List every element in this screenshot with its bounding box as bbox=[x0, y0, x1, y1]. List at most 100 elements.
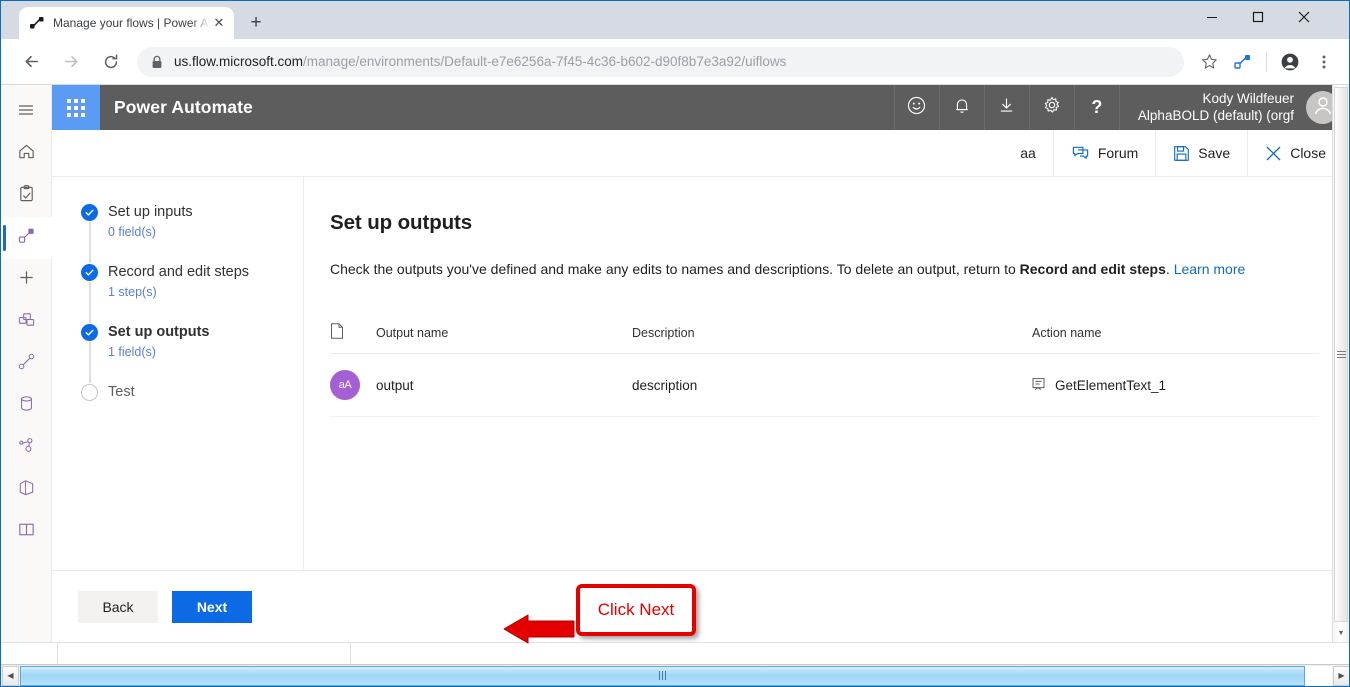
step-complete-check-icon bbox=[81, 264, 98, 281]
waffle-dots bbox=[67, 98, 85, 117]
sidebar-item-learn[interactable] bbox=[1, 511, 52, 553]
left-arrow-annotation bbox=[503, 614, 575, 644]
wizard-step-title: Set up outputs bbox=[108, 324, 210, 340]
process-advisor-icon bbox=[17, 478, 36, 502]
application-column: Power Automate ? Kody Wildfeuer AlphaBOL… bbox=[52, 85, 1349, 642]
text-size-label: aa bbox=[1020, 145, 1036, 161]
text-size-button[interactable]: aa bbox=[1003, 130, 1053, 177]
user-organization: AlphaBOLD (default) (orgf bbox=[1137, 107, 1294, 123]
sidebar-item-data[interactable] bbox=[1, 385, 52, 427]
sidebar-item-my-flows[interactable] bbox=[1, 217, 52, 259]
minimize-button[interactable] bbox=[1189, 1, 1235, 33]
step-connector bbox=[89, 342, 91, 383]
sidebar-item-action-items[interactable] bbox=[1, 175, 52, 217]
table-header-output-name[interactable]: Output name bbox=[376, 323, 632, 354]
status-segment bbox=[58, 643, 351, 665]
back-arrow-icon[interactable] bbox=[15, 46, 47, 78]
sidebar-item-ai-builder[interactable] bbox=[1, 427, 52, 469]
wizard-steps: Set up inputs 0 field(s) Record and edit… bbox=[52, 177, 304, 570]
description-bold-phrase: Record and edit steps bbox=[1019, 261, 1166, 277]
annotation-text: Click Next bbox=[597, 600, 675, 619]
row-description[interactable]: description bbox=[632, 353, 1032, 417]
app-brand-name: Power Automate bbox=[114, 97, 253, 117]
scroll-right-button[interactable]: ▶ bbox=[1333, 665, 1349, 686]
notifications-button[interactable] bbox=[938, 85, 984, 130]
scroll-grip-icon bbox=[659, 671, 666, 680]
sidebar-item-create[interactable] bbox=[1, 259, 52, 301]
flow-favicon-icon bbox=[29, 15, 45, 31]
vertical-scroll-thumb[interactable] bbox=[1334, 87, 1348, 622]
waffle-grid-icon[interactable] bbox=[52, 85, 100, 130]
scroll-left-button[interactable]: ◀ bbox=[2, 665, 19, 686]
status-strip bbox=[1, 642, 1349, 665]
vertical-scrollbar[interactable]: ▲ ▼ bbox=[1332, 85, 1349, 642]
row-output-name[interactable]: output bbox=[376, 353, 632, 417]
table-row[interactable]: aA output description GetElementText_1 bbox=[330, 353, 1319, 417]
status-segment bbox=[1, 643, 58, 665]
scroll-down-button[interactable]: ▼ bbox=[1334, 625, 1348, 641]
outputs-table-head: Output name Description Action name bbox=[330, 323, 1319, 354]
address-bar[interactable]: us.flow.microsoft.com/manage/environment… bbox=[137, 46, 1184, 77]
row-action-name: GetElementText_1 bbox=[1055, 377, 1167, 393]
settings-button[interactable] bbox=[1028, 85, 1074, 130]
x-icon bbox=[1265, 145, 1282, 162]
wizard-step-test[interactable]: Test bbox=[70, 383, 303, 409]
wizard-step-set-up-inputs[interactable]: Set up inputs 0 field(s) bbox=[70, 203, 303, 263]
description-part-2: . bbox=[1165, 261, 1170, 277]
wizard-step-record-and-edit-steps[interactable]: Record and edit steps 1 step(s) bbox=[70, 263, 303, 323]
row-action-name-wrapper: GetElementText_1 bbox=[1032, 377, 1319, 394]
sidebar-item-hamburger-menu[interactable] bbox=[1, 91, 52, 133]
learn-more-link[interactable]: Learn more bbox=[1174, 261, 1246, 277]
back-button[interactable]: Back bbox=[78, 590, 158, 623]
bookmark-star-icon[interactable] bbox=[1194, 47, 1224, 77]
close-button[interactable]: Close bbox=[1247, 129, 1343, 177]
table-header-description[interactable]: Description bbox=[632, 323, 1032, 354]
plus-icon bbox=[17, 268, 36, 292]
sidebar-item-connectors[interactable] bbox=[1, 343, 52, 385]
save-button[interactable]: Save bbox=[1155, 129, 1247, 177]
sidebar-item-home[interactable] bbox=[1, 133, 52, 175]
sidebar-item-process-advisor[interactable] bbox=[1, 469, 52, 511]
wizard-step-title: Test bbox=[108, 384, 135, 400]
user-account-block[interactable]: Kody Wildfeuer AlphaBOLD (default) (orgf bbox=[1118, 85, 1306, 130]
table-header-action-name[interactable]: Action name bbox=[1032, 323, 1319, 354]
forward-arrow-icon[interactable] bbox=[55, 46, 87, 78]
user-name: Kody Wildfeuer bbox=[1202, 90, 1294, 106]
wizard-step-subtitle: 0 field(s) bbox=[108, 225, 156, 239]
text-type-badge: aA bbox=[330, 370, 360, 400]
url-path: /manage/environments/Default-e7e6256a-7f… bbox=[303, 54, 787, 69]
step-complete-check-icon bbox=[81, 204, 98, 221]
feedback-button[interactable] bbox=[893, 85, 939, 130]
page-title: Set up outputs bbox=[330, 211, 473, 234]
table-header-icon-cell bbox=[330, 323, 376, 354]
step-pending-circle-icon bbox=[81, 384, 98, 401]
tab-close-icon[interactable]: ✕ bbox=[210, 14, 228, 32]
help-button[interactable]: ? bbox=[1073, 85, 1119, 130]
forum-button[interactable]: Forum bbox=[1052, 129, 1155, 177]
app-navigation-rail bbox=[1, 85, 52, 642]
url-domain: us.flow.microsoft.com bbox=[174, 54, 304, 69]
hamburger-icon bbox=[17, 101, 35, 124]
wizard-step-set-up-outputs[interactable]: Set up outputs 1 field(s) bbox=[70, 323, 303, 383]
download-button[interactable] bbox=[983, 85, 1029, 130]
step-connector bbox=[89, 282, 91, 323]
sidebar-item-templates[interactable] bbox=[1, 301, 52, 343]
power-automate-extension-icon[interactable] bbox=[1228, 47, 1258, 77]
outputs-table: Output name Description Action name aA o… bbox=[330, 323, 1319, 417]
description-part-1: Check the outputs you've defined and mak… bbox=[330, 261, 1020, 277]
new-tab-button[interactable]: + bbox=[242, 9, 270, 37]
profile-avatar-icon[interactable] bbox=[1275, 47, 1305, 77]
horizontal-scroll-track[interactable] bbox=[20, 665, 1332, 686]
close-label: Close bbox=[1290, 145, 1326, 161]
wizard-footer: Back Next bbox=[52, 570, 1349, 642]
browser-tab[interactable]: Manage your flows | Power Autom ✕ bbox=[19, 7, 234, 39]
window-close-button[interactable] bbox=[1281, 1, 1327, 33]
maximize-button[interactable] bbox=[1235, 1, 1281, 33]
browser-tab-title: Manage your flows | Power Autom bbox=[53, 16, 210, 30]
document-icon bbox=[330, 323, 344, 342]
chrome-menu-icon[interactable] bbox=[1309, 47, 1339, 77]
horizontal-scrollbar[interactable]: ◀ ▶ bbox=[1, 664, 1349, 686]
horizontal-scroll-thumb[interactable] bbox=[20, 665, 1305, 686]
reload-icon[interactable] bbox=[95, 46, 127, 78]
next-button[interactable]: Next bbox=[172, 590, 252, 623]
